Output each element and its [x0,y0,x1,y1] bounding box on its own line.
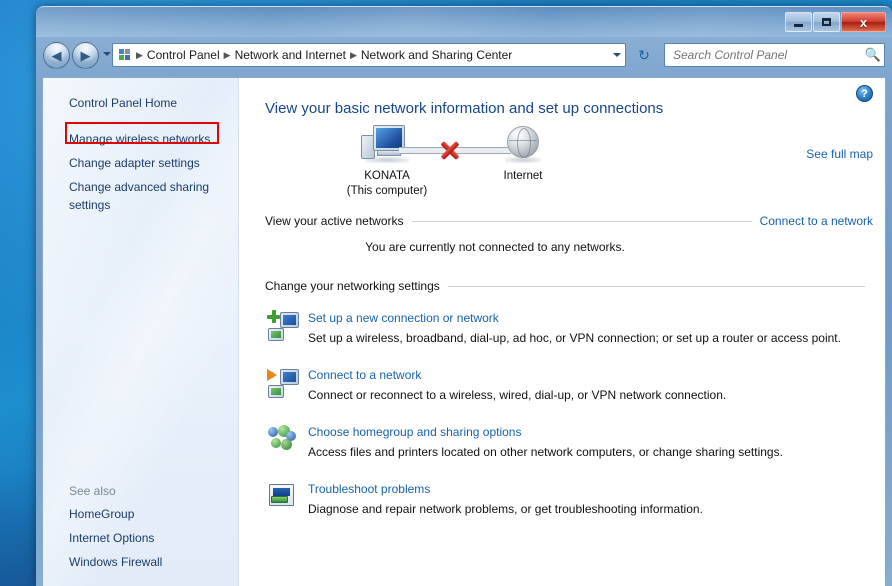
section-divider [447,285,865,287]
help-icon: ? [861,87,868,100]
forward-arrow-icon: ▶ [80,48,91,63]
computer-name: KONATA [364,170,410,182]
red-x-icon [437,137,463,163]
networking-settings-heading: Change your networking settings [265,279,440,293]
forward-button[interactable]: ▶ [72,42,99,69]
breadcrumb-item-network-and-internet[interactable]: Network and Internet [232,48,349,62]
task-troubleshoot-problems[interactable]: Troubleshoot problems Diagnose and repai… [267,481,873,516]
back-arrow-icon: ◀ [51,48,62,63]
task-body: Connect to a network Connect or reconnec… [308,367,726,402]
control-panel-window: x ◀ ▶ ▶ Control Panel ▶ Network and Inte… [36,6,892,586]
task-link-setup-new-connection[interactable]: Set up a new connection or network [308,311,841,325]
see-also-item-homegroup[interactable]: HomeGroup [69,502,134,526]
search-icon[interactable]: 🔍 [862,47,884,63]
network-node-internet[interactable]: Internet [463,125,583,184]
sidebar-row-manage-wireless: Manage wireless networks [43,127,238,151]
sidebar-item-change-advanced-sharing-settings[interactable]: Change advanced sharing settings [69,175,219,217]
breadcrumb-item-network-and-sharing-center[interactable]: Network and Sharing Center [358,48,515,62]
homegroup-icon [267,424,299,456]
task-description: Connect or reconnect to a wireless, wire… [308,388,727,402]
task-description: Set up a wireless, broadband, dial-up, a… [308,331,841,345]
no-network-status-text: You are currently not connected to any n… [365,240,625,254]
network-add-icon [267,310,299,342]
sidebar-row-change-advanced: Change advanced sharing settings [43,175,238,217]
breadcrumb-item-control-panel[interactable]: Control Panel [144,48,223,62]
networking-task-list: Set up a new connection or network Set u… [239,310,885,516]
refresh-button[interactable]: ↻ [632,43,656,67]
back-button[interactable]: ◀ [43,42,70,69]
connect-to-a-network-link[interactable]: Connect to a network [760,214,873,228]
active-networks-header: View your active networks Connect to a n… [265,211,873,231]
sidebar: Control Panel Home Manage wireless netwo… [43,78,239,586]
minimize-button[interactable] [785,12,812,32]
see-also-row-homegroup: HomeGroup [43,502,238,526]
window-client-area: Control Panel Home Manage wireless netwo… [42,77,886,586]
network-connect-icon [267,367,299,399]
see-full-map-link[interactable]: See full map [806,147,873,161]
network-node-computer[interactable]: KONATA (This computer) [317,125,457,199]
desktop-background: x ◀ ▶ ▶ Control Panel ▶ Network and Inte… [0,0,892,586]
breadcrumb-separator: ▶ [136,49,143,60]
task-body: Choose homegroup and sharing options Acc… [308,424,783,459]
see-also-row-windows-firewall: Windows Firewall [43,550,238,574]
refresh-icon: ↻ [638,46,650,63]
sidebar-item-change-adapter-settings[interactable]: Change adapter settings [69,151,200,175]
maximize-button[interactable] [813,12,840,32]
window-titlebar[interactable]: x [36,6,892,37]
task-link-choose-homegroup[interactable]: Choose homegroup and sharing options [308,425,783,439]
active-networks-heading: View your active networks [265,214,404,228]
breadcrumb-separator: ▶ [223,49,231,60]
task-description: Access files and printers located on oth… [308,445,783,459]
network-map: KONATA (This computer) Internet See full… [239,123,885,211]
sidebar-row-change-adapter: Change adapter settings [43,151,238,175]
page-title: View your basic network information and … [265,100,664,117]
sidebar-item-control-panel-home[interactable]: Control Panel Home [69,91,177,115]
task-link-connect-to-network[interactable]: Connect to a network [308,368,726,382]
maximize-icon [822,18,831,26]
troubleshoot-icon [267,481,299,513]
sidebar-item-manage-wireless-networks[interactable]: Manage wireless networks [69,127,210,151]
navigation-toolbar: ◀ ▶ ▶ Control Panel ▶ Network and Intern… [36,36,892,76]
task-connect-to-network[interactable]: Connect to a network Connect or reconnec… [267,367,873,402]
task-description: Diagnose and repair network problems, or… [308,502,703,516]
control-panel-icon [117,47,133,63]
see-also-item-internet-options[interactable]: Internet Options [69,526,154,550]
internet-label: Internet [503,170,543,182]
section-divider [411,220,752,222]
search-input[interactable] [671,47,862,63]
address-dropdown-button[interactable] [608,44,625,66]
chevron-down-icon [612,53,621,57]
task-link-troubleshoot-problems[interactable]: Troubleshoot problems [308,482,703,496]
help-button[interactable]: ? [856,85,873,102]
networking-settings-header: Change your networking settings [265,276,873,296]
window-controls: x [785,12,886,33]
search-box[interactable]: 🔍 [664,43,885,67]
close-button[interactable]: x [841,12,886,32]
main-content: ? View your basic network information an… [239,78,885,586]
see-also-item-windows-firewall[interactable]: Windows Firewall [69,550,162,574]
task-body: Troubleshoot problems Diagnose and repai… [308,481,703,516]
task-choose-homegroup[interactable]: Choose homegroup and sharing options Acc… [267,424,873,459]
internet-globe-icon [502,125,544,169]
close-icon: x [859,14,868,30]
see-also-heading: See also [69,484,116,498]
address-bar[interactable]: ▶ Control Panel ▶ Network and Internet ▶… [112,43,626,67]
task-body: Set up a new connection or network Set u… [308,310,841,345]
see-also-row-internet-options: Internet Options [43,526,238,550]
minimize-icon [794,24,803,27]
see-also-section: See also HomeGroup Internet Options Wind… [43,484,238,574]
sidebar-row-home: Control Panel Home [43,78,238,115]
breadcrumb-separator: ▶ [349,49,357,60]
computer-subtitle: (This computer) [346,185,428,197]
task-setup-new-connection[interactable]: Set up a new connection or network Set u… [267,310,873,345]
recent-pages-chevron-down-icon[interactable] [103,52,111,56]
